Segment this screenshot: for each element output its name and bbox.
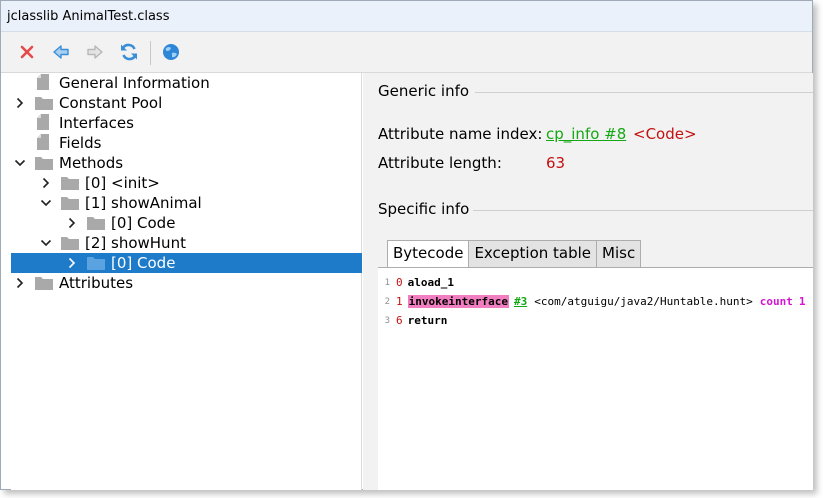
back-arrow-icon bbox=[53, 45, 69, 59]
reload-button[interactable] bbox=[117, 40, 141, 64]
tree-node-0-code[interactable]: [0] Code bbox=[11, 213, 362, 233]
instruction: return bbox=[407, 314, 448, 327]
web-globe-icon bbox=[163, 44, 179, 60]
pc-offset: 6 bbox=[396, 314, 403, 327]
back-button[interactable] bbox=[49, 40, 73, 64]
line-number: 3 bbox=[384, 315, 390, 326]
tree-node-constant-pool[interactable]: Constant Pool bbox=[11, 93, 362, 113]
forward-button[interactable] bbox=[83, 40, 107, 64]
code-line: 1 0 aload_1 bbox=[378, 274, 454, 291]
tab-bytecode[interactable]: Bytecode bbox=[387, 240, 470, 267]
tree-node-label: Interfaces bbox=[59, 114, 134, 132]
tab-exception-table[interactable]: Exception table bbox=[468, 240, 598, 267]
attribute-length-label: Attribute length: bbox=[378, 154, 502, 172]
specific-info-divider bbox=[473, 210, 813, 211]
pc-offset: 0 bbox=[396, 276, 403, 289]
title-bar: jclasslib AnimalTest.class bbox=[1, 1, 812, 32]
cp-info-link[interactable]: cp_info #8 bbox=[546, 125, 626, 143]
tree-node-2-showhunt[interactable]: [2] showHunt bbox=[11, 233, 362, 253]
chevron-right-icon[interactable] bbox=[40, 177, 52, 189]
tree-node-1-showanimal[interactable]: [1] showAnimal bbox=[11, 193, 362, 213]
chevron-down-icon[interactable] bbox=[14, 157, 26, 169]
folder-icon bbox=[35, 277, 53, 290]
generic-info-title: Generic info bbox=[378, 82, 470, 100]
count-keyword: count bbox=[759, 295, 793, 308]
tree-node-label: Constant Pool bbox=[59, 94, 163, 112]
file-icon bbox=[37, 114, 49, 130]
tree-node-label: Methods bbox=[59, 154, 124, 172]
instruction-highlighted: invokeinterface bbox=[407, 295, 509, 308]
attribute-length-value: 63 bbox=[546, 154, 566, 172]
close-icon bbox=[20, 45, 34, 59]
tree-node-label: Attributes bbox=[59, 274, 134, 292]
tree-node-fields[interactable]: Fields bbox=[11, 133, 362, 153]
detail-pane: Generic info Attribute name index: cp_in… bbox=[363, 73, 813, 490]
line-number: 2 bbox=[384, 296, 390, 307]
code-line: 2 1 invokeinterface #3 <com/atguigu/java… bbox=[378, 293, 806, 310]
constant-pool-ref-link[interactable]: #3 bbox=[514, 295, 527, 308]
specific-info-title: Specific info bbox=[378, 200, 470, 218]
window-title: jclasslib AnimalTest.class bbox=[7, 9, 170, 24]
app-window: jclasslib AnimalTest.class General Infor… bbox=[0, 0, 813, 490]
file-icon bbox=[37, 74, 49, 90]
tree-node-0-code-selected[interactable]: [0] Code bbox=[11, 253, 362, 273]
file-icon bbox=[37, 134, 49, 150]
tree-node-label: General Information bbox=[59, 74, 210, 92]
toolbar bbox=[1, 32, 812, 73]
tree-node-attributes[interactable]: Attributes bbox=[11, 273, 362, 293]
pc-offset: 1 bbox=[396, 295, 403, 308]
chevron-right-icon[interactable] bbox=[66, 217, 78, 229]
tree-node-label: [1] showAnimal bbox=[85, 194, 202, 212]
tree-node-general-information[interactable]: General Information bbox=[11, 73, 362, 93]
code-line: 3 6 return bbox=[378, 312, 448, 329]
tab-misc[interactable]: Misc bbox=[596, 240, 642, 267]
tree-node-methods[interactable]: Methods bbox=[11, 153, 362, 173]
chevron-right-icon[interactable] bbox=[14, 277, 26, 289]
count-value: 1 bbox=[798, 295, 806, 308]
web-button[interactable] bbox=[159, 40, 183, 64]
tree-node-interfaces[interactable]: Interfaces bbox=[11, 113, 362, 133]
tree-node-0-init[interactable]: [0] <init> bbox=[11, 173, 362, 193]
line-number: 1 bbox=[384, 277, 390, 288]
folder-icon bbox=[61, 237, 79, 250]
chevron-right-icon[interactable] bbox=[14, 97, 26, 109]
folder-icon bbox=[35, 157, 53, 170]
folder-icon bbox=[35, 97, 53, 110]
method-ref-text: <com/atguigu/java2/Huntable.hunt> bbox=[534, 295, 753, 308]
instruction: aload_1 bbox=[407, 276, 454, 289]
attribute-name-index-label: Attribute name index: bbox=[378, 125, 543, 143]
attribute-name-value: <Code> bbox=[633, 125, 697, 143]
folder-icon bbox=[61, 197, 79, 210]
toolbar-separator bbox=[150, 41, 151, 65]
tree-node-label: [0] Code bbox=[111, 254, 176, 272]
chevron-down-icon[interactable] bbox=[40, 237, 52, 249]
generic-info-divider bbox=[475, 92, 813, 93]
folder-icon bbox=[87, 217, 105, 230]
class-tree[interactable]: General Information Constant Pool Interfac… bbox=[11, 73, 362, 490]
tree-node-label: Fields bbox=[59, 134, 102, 152]
bytecode-view[interactable]: 1 0 aload_1 2 1 invokeinterface #3 <com/… bbox=[378, 267, 813, 490]
chevron-right-icon[interactable] bbox=[66, 257, 78, 269]
tree-node-label: [0] <init> bbox=[85, 174, 160, 192]
tree-node-label: [2] showHunt bbox=[85, 234, 186, 252]
tab-bar: Bytecode Exception table Misc bbox=[387, 240, 642, 267]
tree-node-label: [0] Code bbox=[111, 214, 176, 232]
folder-icon bbox=[61, 177, 79, 190]
folder-icon bbox=[87, 257, 105, 270]
close-button[interactable] bbox=[15, 40, 39, 64]
chevron-down-icon[interactable] bbox=[40, 197, 52, 209]
reload-icon bbox=[121, 43, 137, 61]
forward-arrow-icon bbox=[87, 45, 103, 59]
